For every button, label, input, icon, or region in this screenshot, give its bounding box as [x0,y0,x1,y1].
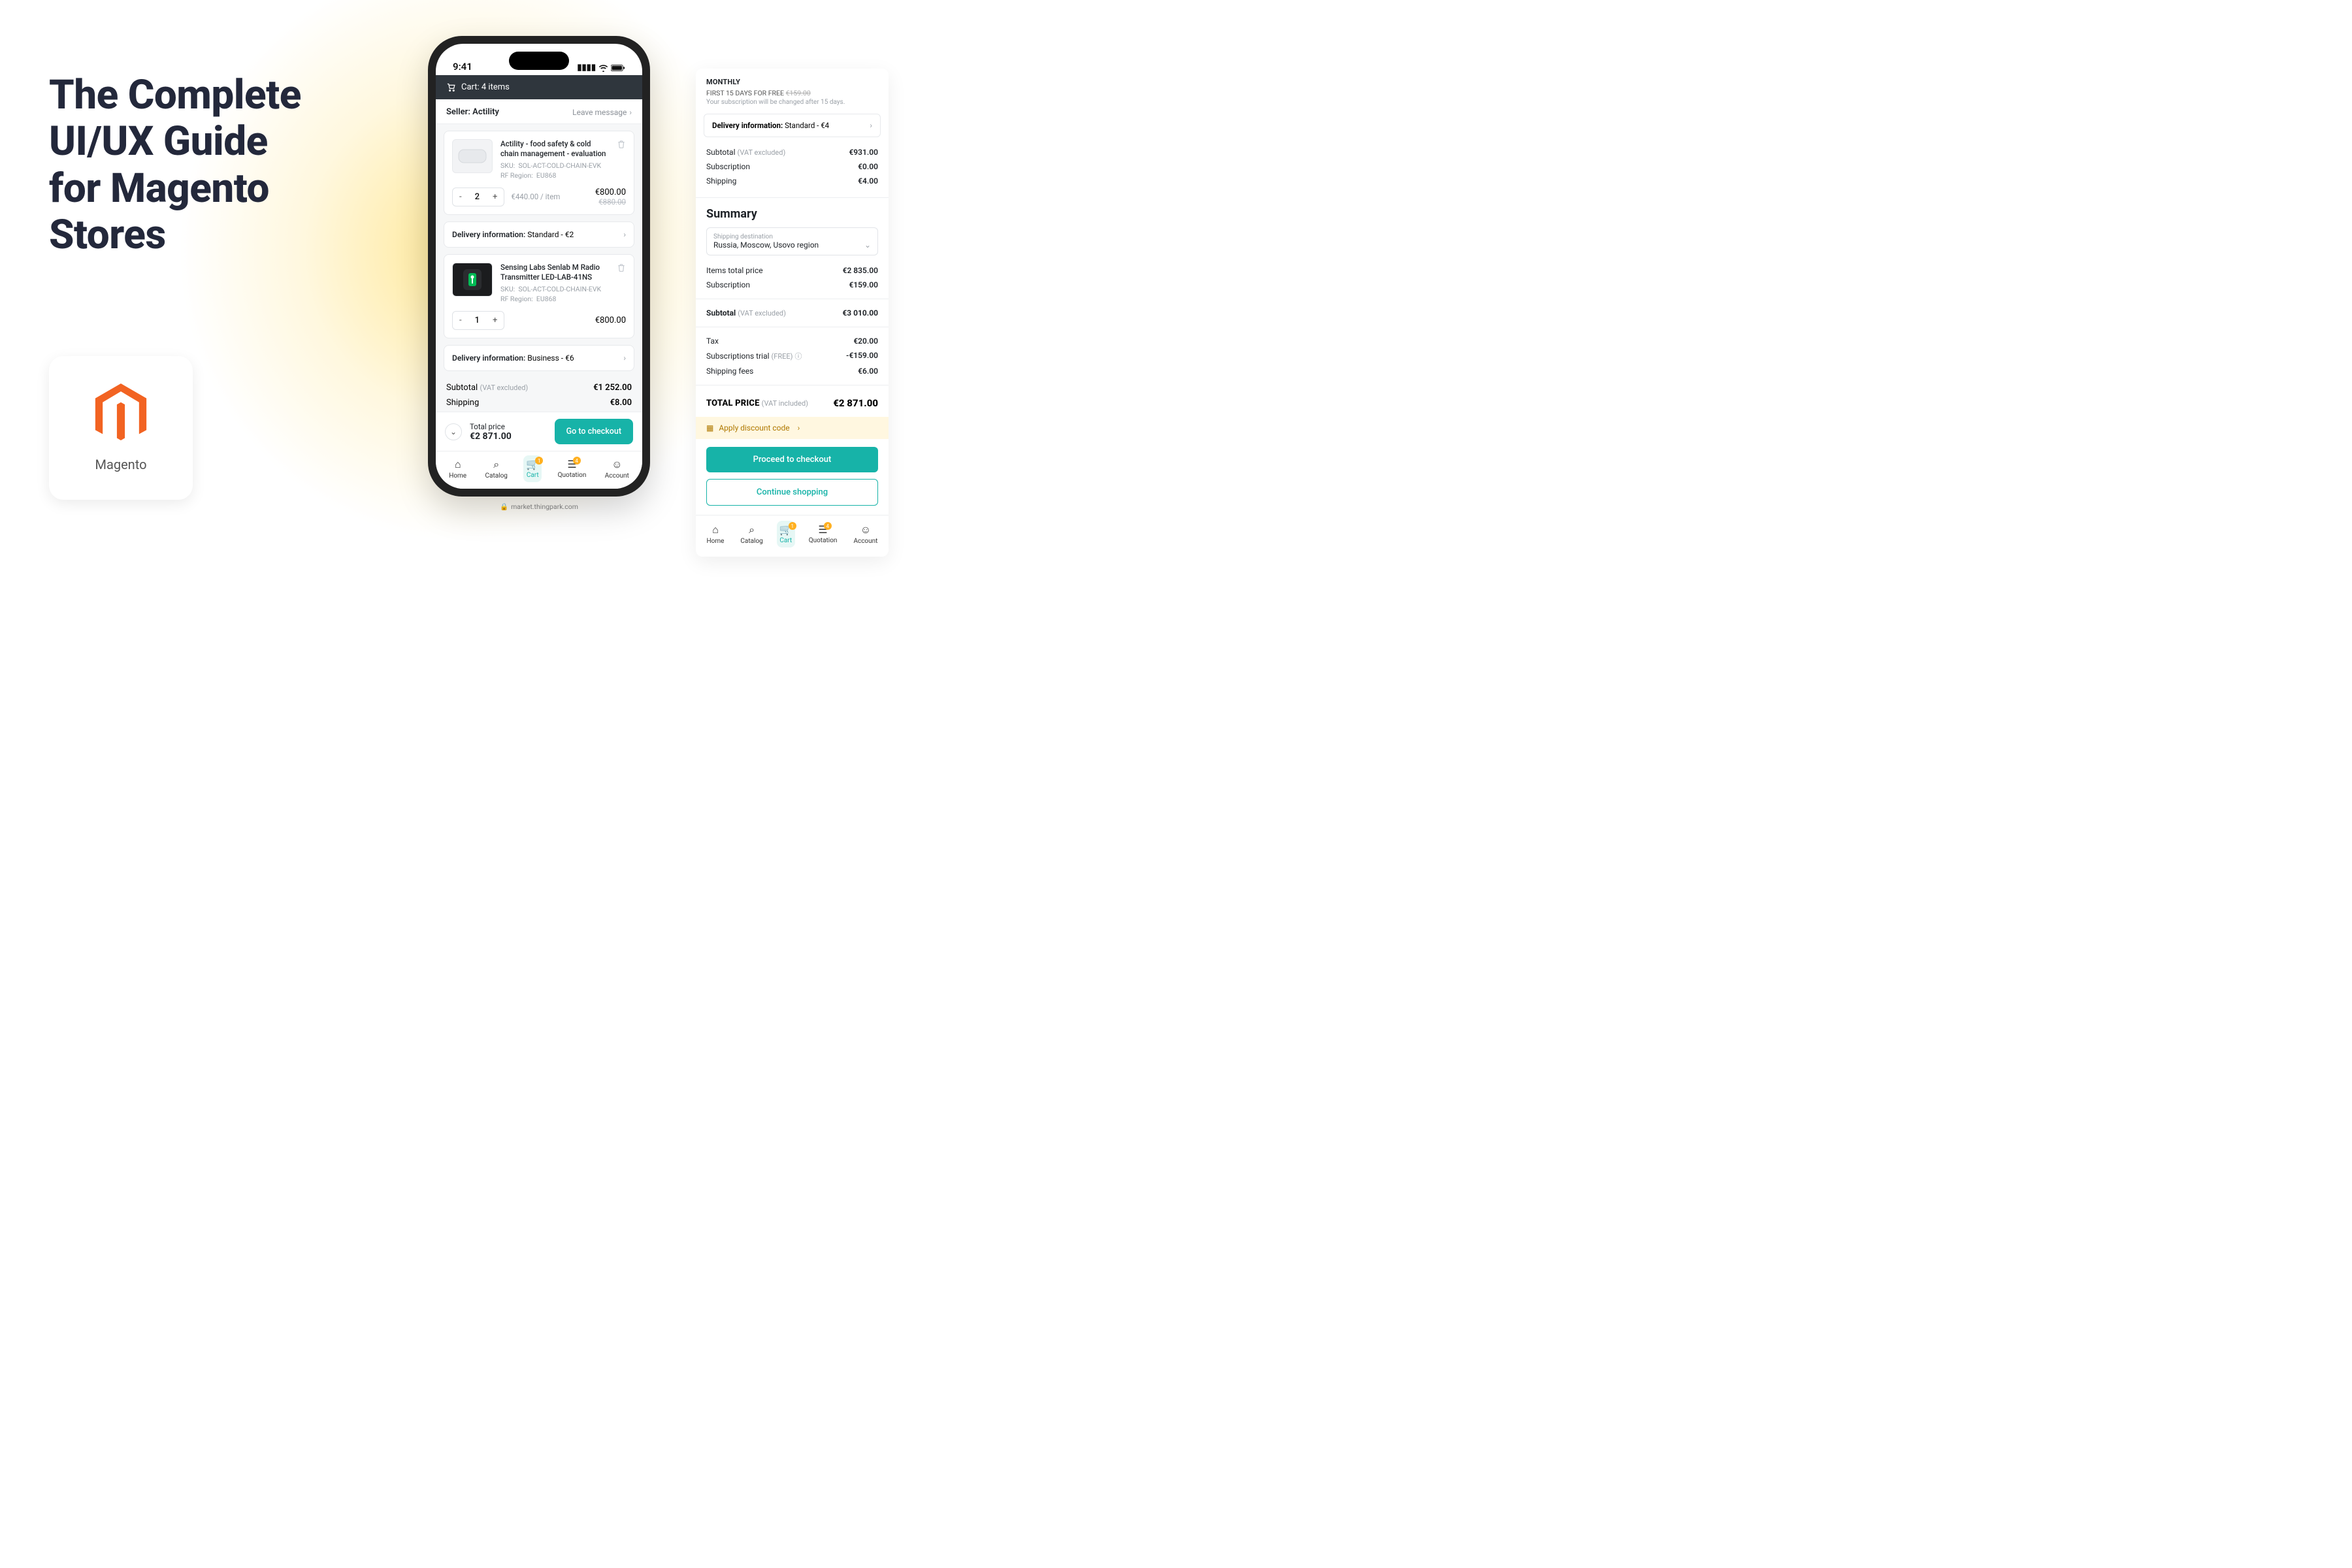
product-image [452,139,493,173]
magento-logo-icon [91,384,150,449]
delivery-info-row[interactable]: Delivery information: Standard - €2 › [444,221,634,248]
headline-line3: for Magento [49,165,301,212]
cart-header-text: Cart: 4 items [461,82,510,92]
qty-value: 1 [468,312,486,329]
chevron-right-icon: › [798,423,800,433]
trial-label: FIRST 15 DAYS FOR FREE [706,89,784,97]
total-label: Total price [470,422,547,431]
tab-cart[interactable]: 🛒1 Cart [523,455,542,482]
phone-tabbar: ⌂ Home ⌕ Catalog 🛒1 Cart ☰4 Quotation ☺ [436,451,642,489]
per-item-price: €440.00 / item [511,192,560,201]
product-title: Sensing Labs Senlab M Radio Transmitter … [500,263,609,282]
total-amount: €2 871.00 [470,431,547,442]
trial-strike: €159.00 [786,89,811,97]
tab-quotation[interactable]: ☰4 Quotation [806,521,840,547]
proceed-to-checkout-button[interactable]: Proceed to checkout [706,447,878,472]
summary-delivery-row[interactable]: Delivery information: Standard - €4 › [704,114,881,137]
shipping-destination-select[interactable]: Shipping destination Russia, Moscow, Uso… [706,227,878,255]
magento-logo-tile: Magento [49,356,193,500]
tab-home[interactable]: ⌂ Home [704,521,727,547]
document-icon: ☰4 [567,458,576,470]
cart-badge: 1 [535,457,543,465]
battery-icon [611,64,625,72]
wifi-icon [598,64,608,72]
quotation-badge: 4 [573,457,581,465]
tab-catalog[interactable]: ⌕ Catalog [483,455,510,482]
cart-item: Actility - food safety & cold chain mana… [444,131,634,215]
user-icon: ☺ [612,458,622,471]
delivery-info-row[interactable]: Delivery information: Business - €6 › [444,345,634,371]
quantity-stepper[interactable]: - 2 + [452,188,504,206]
tab-quotation[interactable]: ☰4 Quotation [555,455,589,482]
leave-message-link[interactable]: Leave message › [572,108,632,117]
subscription-note: Your subscription will be changed after … [706,99,878,106]
seller-label: Seller: [446,107,470,117]
search-icon: ⌕ [749,523,755,536]
product-title: Actility - food safety & cold chain mana… [500,139,609,159]
qty-plus-button[interactable]: + [486,188,504,206]
user-icon: ☺ [860,523,871,536]
ticket-icon: ▦ [706,423,713,433]
expand-total-button[interactable]: ⌄ [445,423,462,440]
signal-icon: ▮▮▮▮ [577,63,596,73]
cart-header-bar: Cart: 4 items [436,75,642,99]
phone-subtotal-block: Subtotal (VAT excluded) €1 252.00 Shippi… [436,378,642,412]
tab-catalog[interactable]: ⌕ Catalog [738,521,765,547]
tab-account[interactable]: ☺ Account [602,455,632,482]
old-price: €880.00 [595,197,626,206]
summary-panel: MONTHLY FIRST 15 DAYS FOR FREE €159.00 Y… [696,69,889,557]
headline-block: The Complete UI/UX Guide for Magento Sto… [49,72,301,258]
phone-mockup: 9:41 ▮▮▮▮ Cart: 4 items Seller: Actility… [428,36,650,497]
headline-line1: The Complete [49,72,301,118]
qty-value: 2 [468,188,486,206]
summary-tabbar: ⌂ Home ⌕ Catalog 🛒1 Cart ☰4 Quotation ☺ … [696,515,889,547]
headline-line2: UI/UX Guide [49,118,301,165]
summary-total-row: TOTAL PRICE (VAT included) €2 871.00 [696,392,889,414]
magento-logo-label: Magento [95,457,147,472]
chevron-right-icon: › [623,353,626,363]
tab-account[interactable]: ☺ Account [851,521,880,547]
seller-row: Seller: Actility Leave message › [436,99,642,124]
quantity-stepper[interactable]: - 1 + [452,311,504,330]
tab-cart[interactable]: 🛒1 Cart [777,521,795,547]
qty-minus-button[interactable]: - [453,188,468,206]
lock-icon: 🔒 [500,502,508,511]
home-icon: ⌂ [712,523,719,536]
headline-line4: Stores [49,212,301,258]
chevron-right-icon: › [623,230,626,239]
line-price: €800.00 [595,316,626,325]
document-icon: ☰4 [818,523,827,536]
delete-item-button[interactable] [617,139,626,180]
product-image [452,263,493,297]
delete-item-button[interactable] [617,263,626,303]
info-icon[interactable]: ⓘ [794,352,802,361]
chevron-down-icon: ⌄ [864,240,871,250]
chevron-right-icon: › [870,121,872,130]
dynamic-island [509,52,569,70]
cart-icon: 🛒1 [779,523,792,536]
continue-shopping-button[interactable]: Continue shopping [706,479,878,506]
billing-period: MONTHLY [706,78,878,86]
go-to-checkout-button[interactable]: Go to checkout [555,419,633,444]
seller-name: Actility [472,107,499,117]
line-price: €800.00 [595,188,626,197]
apply-discount-row[interactable]: ▦ Apply discount code › [696,417,889,439]
qty-plus-button[interactable]: + [486,312,504,329]
cart-item: Sensing Labs Senlab M Radio Transmitter … [444,254,634,338]
browser-url: 🔒 market.thingpark.com [500,502,578,511]
search-icon: ⌕ [493,458,499,471]
home-icon: ⌂ [455,458,461,471]
summary-title: Summary [706,207,878,221]
status-time: 9:41 [453,61,472,73]
qty-minus-button[interactable]: - [453,312,468,329]
cart-icon: 🛒1 [526,458,539,470]
cart-icon [446,82,456,92]
chevron-right-icon: › [629,108,632,117]
tab-home[interactable]: ⌂ Home [446,455,469,482]
